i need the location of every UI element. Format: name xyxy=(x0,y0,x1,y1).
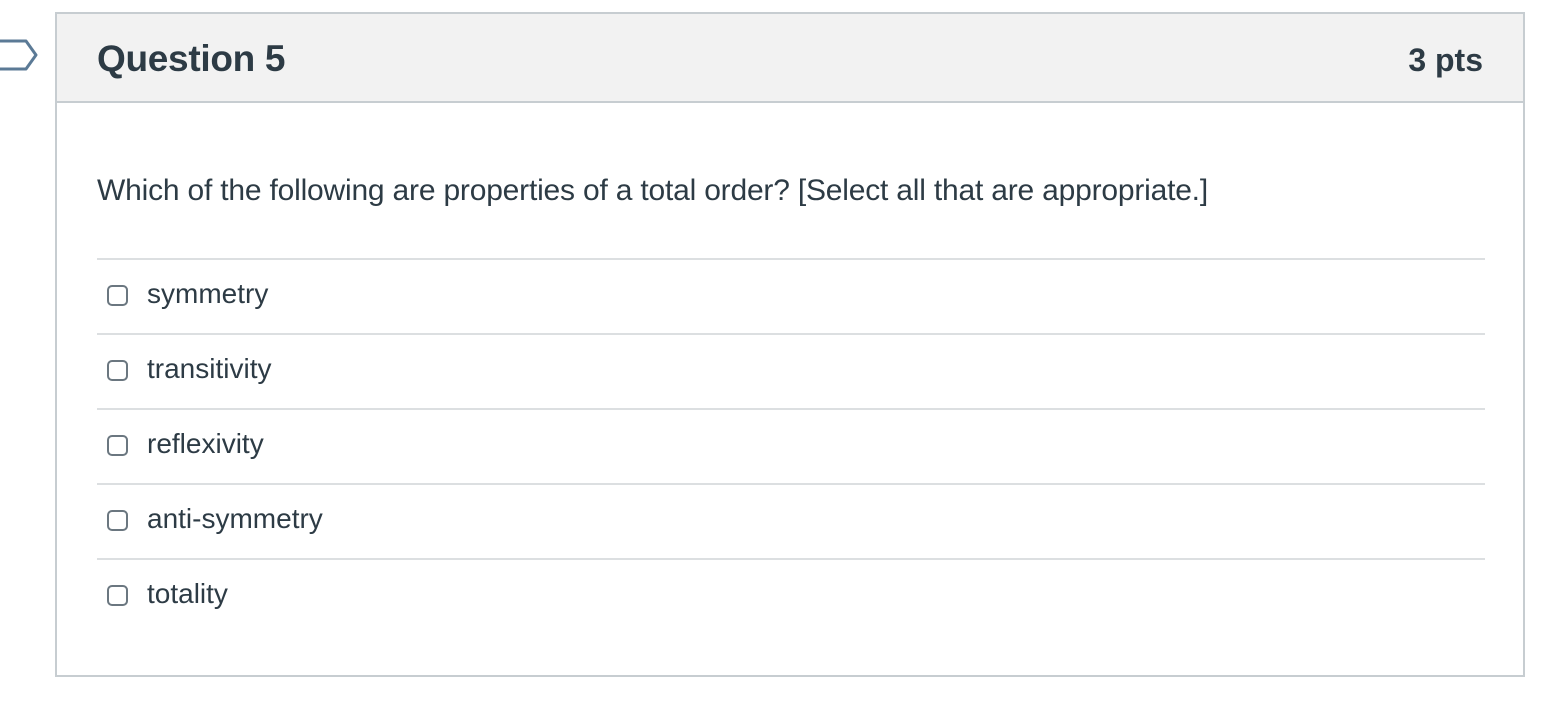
answer-checkbox[interactable] xyxy=(107,360,128,381)
answer-option-anti-symmetry[interactable]: anti-symmetry xyxy=(97,483,1485,558)
question-header: Question 5 3 pts xyxy=(57,14,1523,103)
answer-checkbox[interactable] xyxy=(107,510,128,531)
answer-checkbox[interactable] xyxy=(107,285,128,306)
answer-option-reflexivity[interactable]: reflexivity xyxy=(97,408,1485,483)
answer-checkbox[interactable] xyxy=(107,585,128,606)
answer-checkbox[interactable] xyxy=(107,435,128,456)
answer-label[interactable]: anti-symmetry xyxy=(147,503,323,535)
answer-list: symmetry transitivity reflexivity anti-s… xyxy=(97,258,1485,633)
answer-label[interactable]: totality xyxy=(147,578,228,610)
question-title: Question 5 xyxy=(97,38,286,79)
answer-option-transitivity[interactable]: transitivity xyxy=(97,333,1485,408)
answer-option-symmetry[interactable]: symmetry xyxy=(97,258,1485,333)
question-card: Question 5 3 pts Which of the following … xyxy=(55,12,1525,677)
answer-label[interactable]: symmetry xyxy=(147,278,268,310)
answer-option-totality[interactable]: totality xyxy=(97,558,1485,633)
answer-label[interactable]: reflexivity xyxy=(147,428,264,460)
question-text: Which of the following are properties of… xyxy=(97,174,1208,207)
question-points: 3 pts xyxy=(1408,42,1483,78)
flag-question-icon[interactable] xyxy=(0,38,40,72)
answer-label[interactable]: transitivity xyxy=(147,353,271,385)
